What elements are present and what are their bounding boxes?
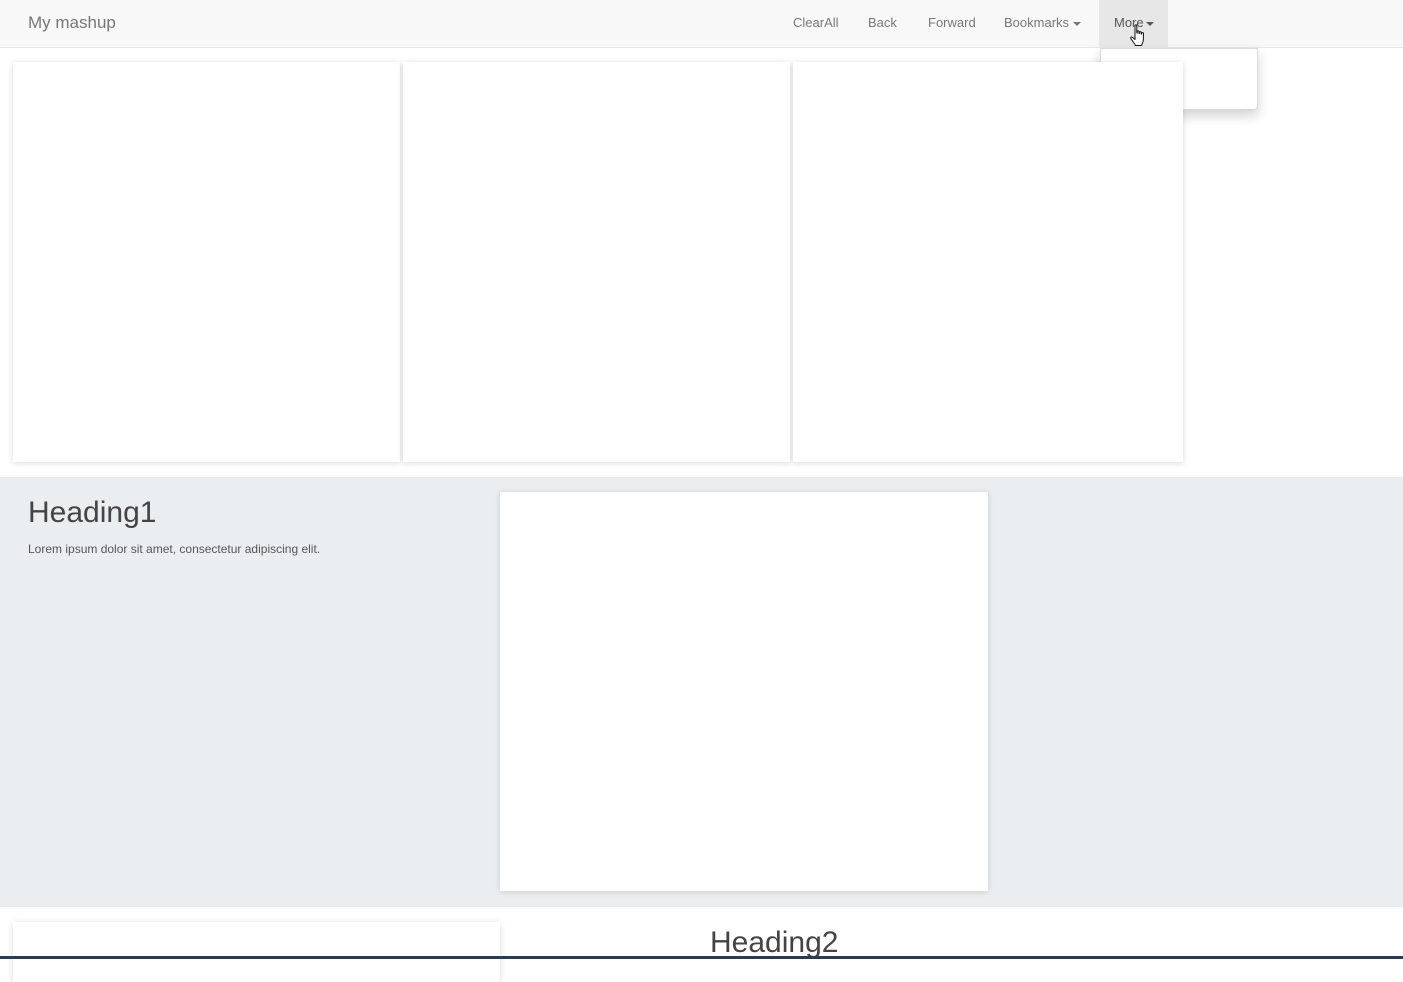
nav-back-label: Back (868, 15, 897, 30)
caret-down-icon (1073, 21, 1082, 26)
nav-bookmarks-label: Bookmarks (1004, 15, 1070, 30)
content-panel (500, 492, 988, 891)
content-panel (13, 62, 400, 462)
nav-forward[interactable]: Forward (913, 0, 991, 47)
content-panel (793, 62, 1183, 462)
content-panel (13, 922, 500, 982)
heading1: Heading1 (28, 496, 157, 529)
nav-clearall-label: ClearAll (793, 15, 839, 30)
nav-bookmarks-dropdown[interactable]: Bookmarks (989, 0, 1096, 47)
hand-pointer-icon (1130, 24, 1144, 46)
brand-title[interactable]: My mashup (28, 13, 116, 33)
nav-back[interactable]: Back (853, 0, 912, 47)
nav-clearall[interactable]: ClearAll (778, 0, 854, 47)
content-panel (403, 62, 790, 462)
nav-forward-label: Forward (928, 15, 976, 30)
section1-paragraph: Lorem ipsum dolor sit amet, consectetur … (28, 542, 321, 556)
top-navbar: My mashup ClearAll Back Forward Bookmark… (0, 0, 1403, 48)
